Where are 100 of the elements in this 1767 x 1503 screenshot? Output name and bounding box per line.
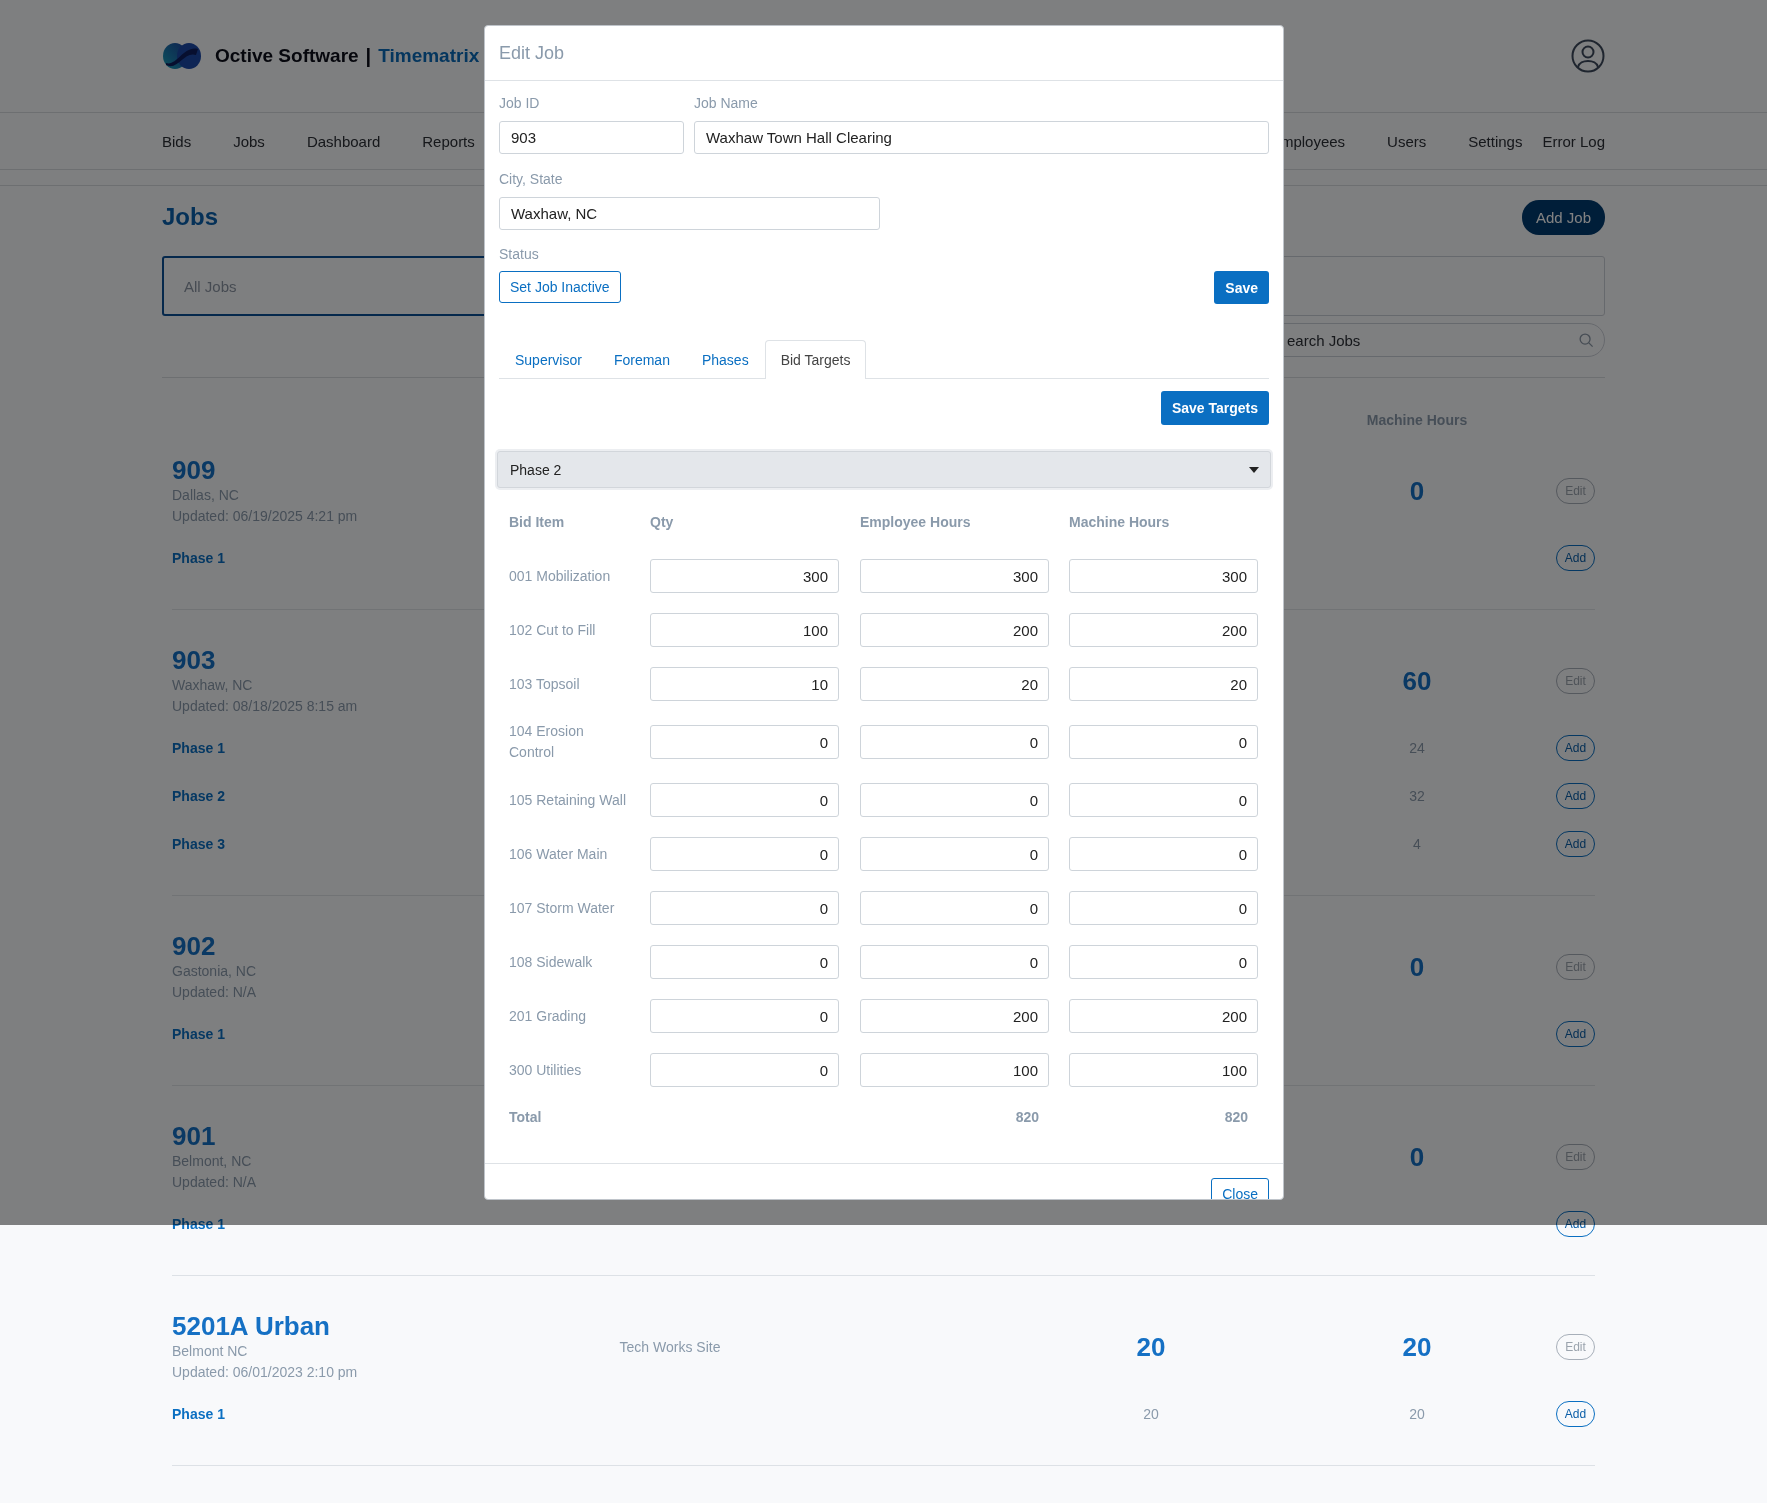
job-city: Belmont, NC <box>172 1152 252 1171</box>
hours-field[interactable]: 20 <box>860 667 1049 701</box>
job-updated: Updated: 08/18/2025 8:15 am <box>172 697 358 716</box>
tab[interactable]: Supervisor <box>499 340 598 379</box>
text-field[interactable]: Waxhaw Town Hall Clearing <box>694 121 1269 154</box>
logo-icon <box>162 41 202 71</box>
nav-link[interactable]: Users <box>1387 132 1427 150</box>
job-city: Belmont NC <box>172 1342 248 1361</box>
machine-hours: 24 <box>1408 740 1426 756</box>
product-name: Timematrix <box>378 45 480 67</box>
brand-name: Octive Software <box>215 45 359 67</box>
nav-link[interactable]: Bids <box>162 132 192 150</box>
nav-link[interactable]: Error Log <box>1542 132 1605 150</box>
machine-hours-total: 0 <box>1408 951 1426 983</box>
save-button[interactable]: Save <box>1214 271 1269 304</box>
qty-field[interactable]: 0 <box>650 999 839 1033</box>
column-header: Machine Hours <box>1069 513 1171 532</box>
bid-item: 106 Water Main <box>509 844 609 864</box>
tab[interactable]: Phases <box>685 340 765 379</box>
hours-field[interactable]: 200 <box>860 613 1049 647</box>
qty-field[interactable]: 0 <box>650 725 839 759</box>
qty-field[interactable]: 0 <box>650 891 839 925</box>
machine-hours-total: 0 <box>1408 1141 1426 1173</box>
job-number[interactable]: 902 <box>172 931 216 961</box>
qty-field[interactable]: 0 <box>650 1053 839 1087</box>
bid-item: 103 Topsoil <box>509 674 581 694</box>
search-icon[interactable] <box>1579 332 1594 348</box>
job-site: Tech Works Site <box>618 1337 722 1357</box>
user-profile-icon[interactable] <box>1571 39 1605 73</box>
tab[interactable]: Bid Targets <box>764 340 867 379</box>
hours-field[interactable]: 0 <box>860 725 1049 759</box>
qty-field[interactable]: 0 <box>650 837 839 871</box>
total-value: 820 <box>1223 1109 1249 1125</box>
hours-field[interactable]: 0 <box>860 891 1049 925</box>
hours-field[interactable]: 0 <box>860 837 1049 871</box>
column-header: Bid Item <box>509 513 566 532</box>
bid-item: 102 Cut to Fill <box>509 620 597 640</box>
field-label: Job ID <box>499 94 541 113</box>
bid-item: 108 Sidewalk <box>509 952 594 972</box>
phase-link[interactable]: Phase 1 <box>172 1406 560 1422</box>
field-label: Status <box>499 245 540 264</box>
job-city: Dallas, NC <box>172 486 239 505</box>
hours-field[interactable]: 200 <box>1069 613 1258 647</box>
job-updated: Updated: 06/01/2023 2:10 pm <box>172 1363 358 1382</box>
hours-field[interactable]: 100 <box>860 1053 1049 1087</box>
job-city: Gastonia, NC <box>172 962 257 981</box>
total-label: Total <box>509 1109 543 1125</box>
bid-item: 300 Utilities <box>509 1060 583 1080</box>
page-title: Jobs <box>162 203 218 231</box>
hours-field[interactable]: 100 <box>1069 1053 1258 1087</box>
machine-hours: 20 <box>1408 1406 1426 1422</box>
phase-dropdown[interactable]: Phase 2 <box>497 451 1271 488</box>
machine-hours: 4 <box>1412 836 1422 852</box>
hours-field[interactable]: 0 <box>1069 783 1258 817</box>
nav-link[interactable]: Settings <box>1468 132 1523 150</box>
hours-field[interactable]: 0 <box>1069 945 1258 979</box>
hours-field[interactable]: 300 <box>1069 559 1258 593</box>
job-number[interactable]: 909 <box>172 455 216 485</box>
employee-hours: 20 <box>1142 1406 1160 1422</box>
add-job-button[interactable]: Add Job <box>1521 199 1605 235</box>
bid-item: 201 Grading <box>509 1006 588 1026</box>
qty-field[interactable]: 100 <box>650 613 839 647</box>
machine-hours-total: 20 <box>1401 1331 1433 1363</box>
qty-field[interactable]: 300 <box>650 559 839 593</box>
bid-item: 107 Storm Water <box>509 898 616 918</box>
qty-field[interactable]: 0 <box>650 945 839 979</box>
text-field[interactable]: 903 <box>499 121 684 154</box>
machine-hours-total: 60 <box>1401 665 1433 697</box>
nav-link[interactable]: mployees <box>1280 132 1346 150</box>
nav-link[interactable]: Jobs <box>233 132 265 150</box>
hours-field[interactable]: 0 <box>1069 725 1258 759</box>
hours-field[interactable]: 0 <box>860 945 1049 979</box>
field-label: Job Name <box>694 94 759 113</box>
caret-icon <box>1249 466 1259 473</box>
hours-field[interactable]: 0 <box>1069 891 1258 925</box>
machine-hours: 32 <box>1408 788 1426 804</box>
qty-field[interactable]: 10 <box>650 667 839 701</box>
brand-separator: | <box>365 44 372 68</box>
hours-field[interactable]: 0 <box>860 783 1049 817</box>
hours-field[interactable]: 200 <box>860 999 1049 1033</box>
field-label: City, State <box>499 170 564 189</box>
column-header: Qty <box>650 513 675 532</box>
job-number[interactable]: 901 <box>172 1121 216 1151</box>
hours-field[interactable]: 0 <box>1069 837 1258 871</box>
machine-hours-total: 0 <box>1408 475 1426 507</box>
job-number[interactable]: 5201A Urban <box>172 1311 330 1341</box>
tab[interactable]: Foreman <box>597 340 686 379</box>
save-targets-button[interactable]: Save Targets <box>1160 391 1269 425</box>
hours-field[interactable]: 20 <box>1069 667 1258 701</box>
job-updated: Updated: N/A <box>172 1173 257 1192</box>
nav-link[interactable]: Reports <box>422 132 475 150</box>
close-button[interactable]: Close <box>1211 1178 1269 1199</box>
hours-field[interactable]: 300 <box>860 559 1049 593</box>
total-value: 820 <box>1014 1109 1040 1125</box>
hours-field[interactable]: 200 <box>1069 999 1258 1033</box>
qty-field[interactable]: 0 <box>650 783 839 817</box>
text-field[interactable]: Waxhaw, NC <box>499 197 880 230</box>
nav-link[interactable]: Dashboard <box>306 132 381 150</box>
job-number[interactable]: 903 <box>172 645 216 675</box>
column-header: Employee Hours <box>860 513 972 532</box>
